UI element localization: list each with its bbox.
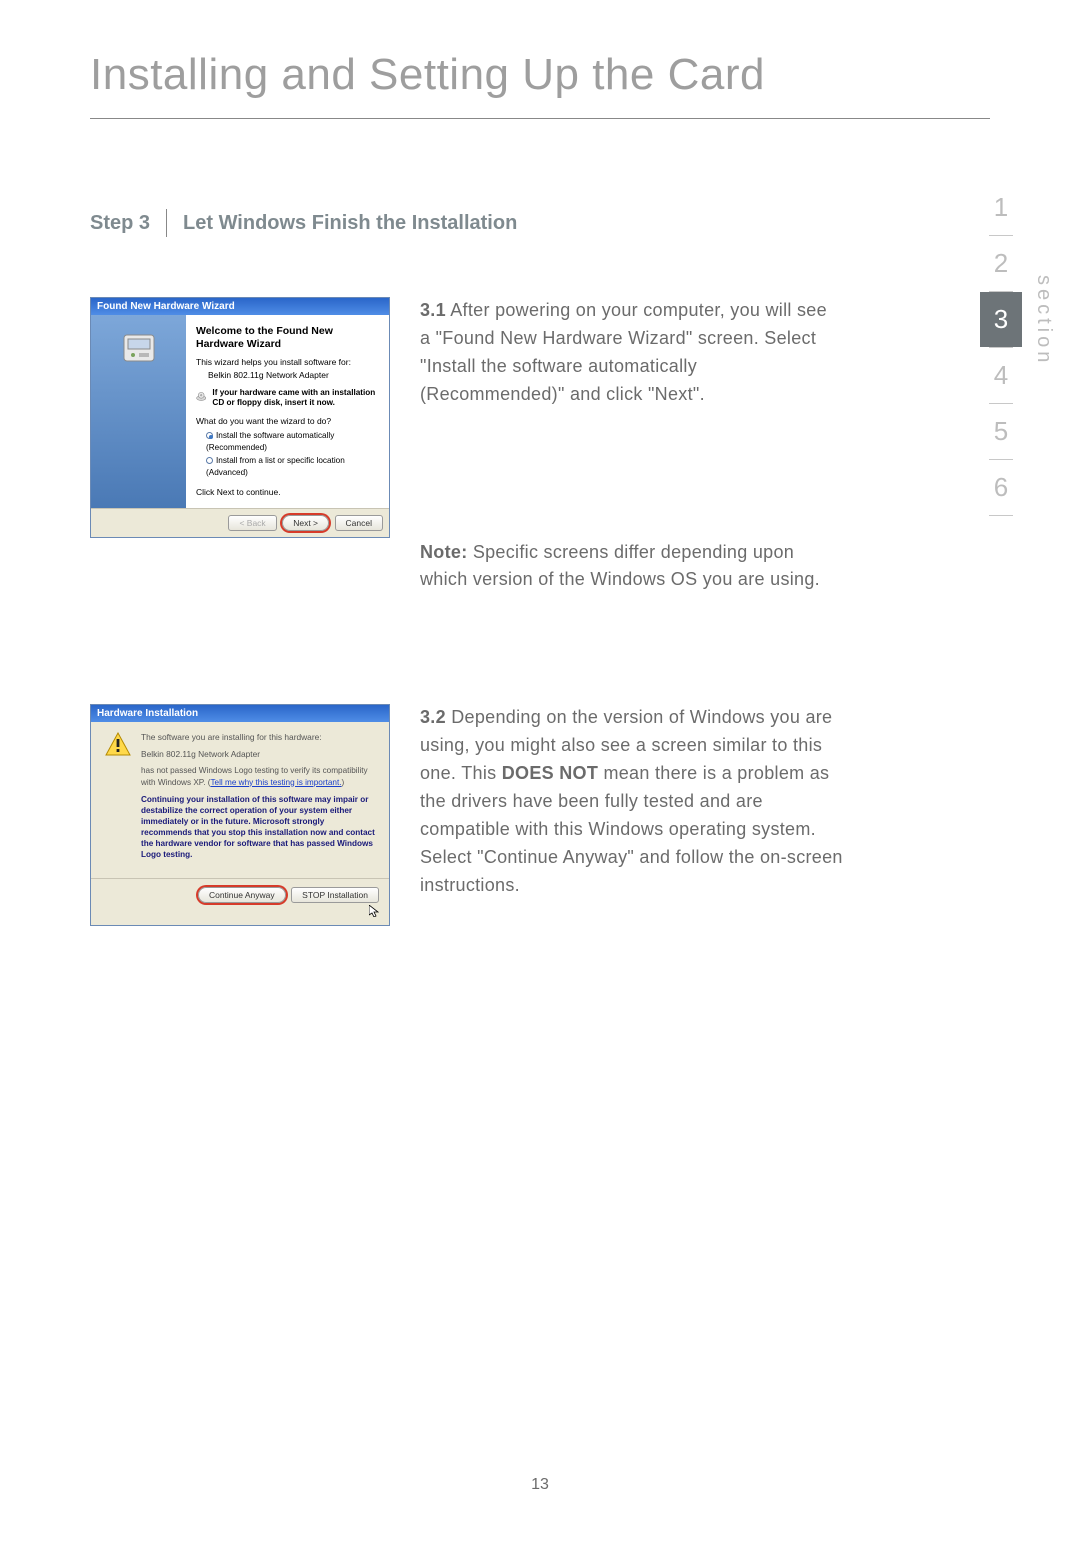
hw-line2: has not passed Windows Logo testing to v…: [141, 765, 375, 788]
next-button[interactable]: Next >: [282, 515, 329, 531]
hardware-installation-dialog: Hardware Installation The software you a…: [90, 704, 390, 926]
section-divider: [989, 515, 1013, 516]
step-3-2-number: 3.2: [420, 707, 446, 727]
wizard-question: What do you want the wizard to do?: [196, 416, 379, 426]
wizard-sidebar: [91, 315, 186, 508]
section-tab-5[interactable]: 5: [980, 404, 1022, 459]
hw-important-link[interactable]: Tell me why this testing is important.: [210, 778, 341, 787]
page-title: Installing and Setting Up the Card: [90, 50, 1080, 100]
step-3-1-number: 3.1: [420, 300, 446, 320]
device-icon: [119, 329, 159, 369]
step-3-2-paragraph: 3.2 Depending on the version of Windows …: [420, 704, 845, 899]
note-paragraph: Note: Specific screens differ depending …: [420, 539, 830, 595]
hw-line1: The software you are installing for this…: [141, 732, 375, 744]
radio-icon: [206, 432, 213, 439]
wizard-device-name: Belkin 802.11g Network Adapter: [208, 370, 379, 380]
section-tab-3[interactable]: 3: [980, 292, 1022, 347]
wizard-option-auto-label: Install the software automatically (Reco…: [206, 431, 334, 452]
wizard-option-auto[interactable]: Install the software automatically (Reco…: [206, 430, 379, 455]
step-3-1-text: After powering on your computer, you wil…: [420, 300, 827, 404]
stop-installation-button[interactable]: STOP Installation: [291, 887, 379, 903]
cursor-icon: [369, 905, 379, 917]
does-not-bold: DOES NOT: [502, 763, 598, 783]
found-new-hardware-wizard-dialog: Found New Hardware Wizard Welcome to the…: [90, 297, 390, 538]
section-tab-1[interactable]: 1: [980, 180, 1022, 235]
section-label: section: [1032, 275, 1055, 366]
hw-line2b: ): [342, 778, 345, 787]
cd-icon: [196, 388, 206, 406]
page-number: 13: [0, 1476, 1080, 1494]
title-rule: [90, 118, 990, 119]
wizard-intro: This wizard helps you install software f…: [196, 357, 379, 367]
note-label: Note:: [420, 542, 468, 562]
dialog-title: Hardware Installation: [91, 705, 389, 722]
radio-icon: [206, 457, 213, 464]
section-tab-4[interactable]: 4: [980, 348, 1022, 403]
step-header: Step 3 Let Windows Finish the Installati…: [90, 209, 1080, 237]
hw-bold-warning: Continuing your installation of this sof…: [141, 794, 375, 860]
wizard-heading: Welcome to the Found New Hardware Wizard: [196, 325, 379, 351]
section-tabs: section 1 2 3 4 5 6: [980, 180, 1022, 516]
section-tab-6[interactable]: 6: [980, 460, 1022, 515]
dialog-title: Found New Hardware Wizard: [91, 298, 389, 315]
continue-anyway-button[interactable]: Continue Anyway: [198, 887, 286, 903]
warning-icon: [105, 732, 131, 756]
hw-device: Belkin 802.11g Network Adapter: [141, 749, 375, 759]
step-title: Let Windows Finish the Installation: [167, 209, 517, 237]
section-tab-2[interactable]: 2: [980, 236, 1022, 291]
wizard-option-list-label: Install from a list or specific location…: [206, 456, 345, 477]
cancel-button[interactable]: Cancel: [335, 515, 383, 531]
back-button: < Back: [228, 515, 276, 531]
wizard-continue-hint: Click Next to continue.: [196, 487, 379, 497]
note-text: Specific screens differ depending upon w…: [420, 542, 820, 590]
wizard-cd-hint: If your hardware came with an installati…: [212, 388, 379, 408]
step-number: Step 3: [90, 209, 167, 237]
step-3-1-paragraph: 3.1 After powering on your computer, you…: [420, 297, 830, 409]
wizard-option-list[interactable]: Install from a list or specific location…: [206, 455, 379, 480]
